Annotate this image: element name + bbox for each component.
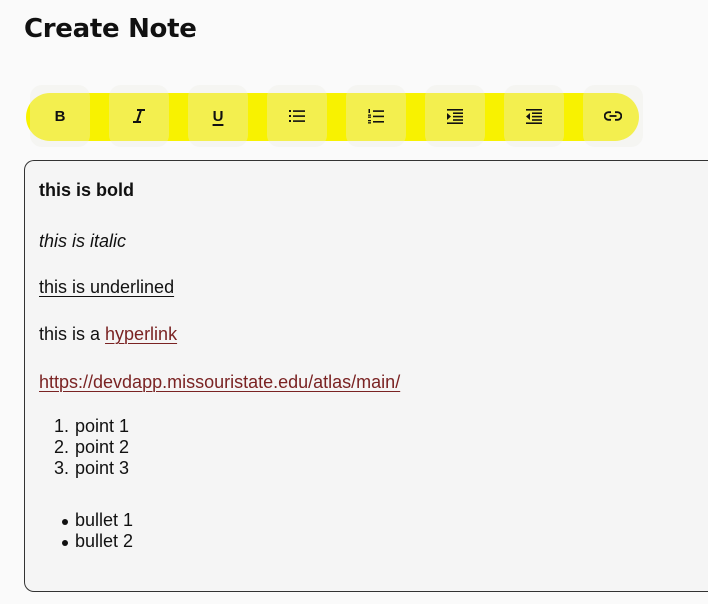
italic-button[interactable] <box>109 85 169 147</box>
numbered-list-icon <box>368 108 384 124</box>
page-title: Create Note <box>24 14 197 44</box>
list-item: 1. point 1 <box>53 416 130 436</box>
bullet-list-button[interactable] <box>267 85 327 147</box>
list-item: 2. point 2 <box>53 437 130 457</box>
bold-icon: B <box>54 107 66 125</box>
list-item: bullet 2 <box>39 531 133 552</box>
indent-button[interactable] <box>425 85 485 147</box>
underlined-text: this is underlined <box>39 277 175 297</box>
note-editor[interactable]: this is bold this is italic this is unde… <box>24 160 708 592</box>
indent-icon <box>447 108 463 124</box>
link-button[interactable] <box>583 85 643 147</box>
italic-text: this is italic <box>39 231 127 251</box>
bold-button[interactable]: B <box>30 85 90 147</box>
url-line: https://devdapp.missouristate.edu/atlas/… <box>39 372 400 393</box>
list-item: 3. point 3 <box>53 458 130 478</box>
link-icon <box>604 111 622 121</box>
underline-icon: U <box>212 107 224 125</box>
list-item: bullet 1 <box>39 510 133 531</box>
bullet-icon <box>62 540 68 546</box>
hyperlink[interactable]: hyperlink <box>105 324 177 344</box>
numbered-list-button[interactable] <box>346 85 406 147</box>
bold-text: this is bold <box>39 180 135 200</box>
hyperlink-prefix: this is a <box>39 324 106 344</box>
ordered-list: 1. point 1 2. point 2 3. point 3 <box>39 416 129 479</box>
outdent-button[interactable] <box>504 85 564 147</box>
underlined-line: this is underlined <box>39 277 174 298</box>
underline-button[interactable]: U <box>188 85 248 147</box>
bullet-list-icon <box>289 109 305 123</box>
hyperlink-line: this is a hyperlink <box>39 324 177 345</box>
italic-icon <box>132 108 146 124</box>
bullet-list: bullet 1 bullet 2 <box>39 510 133 552</box>
bullet-icon <box>62 519 68 525</box>
outdent-icon <box>526 108 542 124</box>
url-link[interactable]: https://devdapp.missouristate.edu/atlas/… <box>39 372 400 392</box>
